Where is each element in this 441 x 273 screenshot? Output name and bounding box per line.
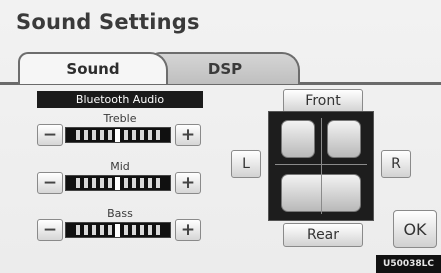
left-button[interactable]: L [231,150,261,178]
ok-button[interactable]: OK [393,210,437,248]
mid-level-bar [65,175,171,191]
treble-level-bar [65,127,171,143]
audio-source-label: Bluetooth Audio [37,91,203,108]
bass-label: Bass [107,207,133,220]
front-right-seat-icon [327,120,361,158]
mid-label: Mid [110,160,130,173]
front-left-seat-icon [281,120,315,158]
balance-fader-area[interactable] [268,111,374,221]
mid-decrease-button[interactable]: − [37,172,63,194]
page-title: Sound Settings [16,10,200,34]
front-button[interactable]: Front [283,89,363,113]
treble-increase-button[interactable]: + [175,124,201,146]
tab-sound[interactable]: Sound [18,52,168,84]
fader-vertical-line [321,118,322,214]
treble-label: Treble [103,112,137,125]
sound-settings-screen: Sound Settings Sound DSP Bluetooth Audio… [0,0,441,273]
right-button[interactable]: R [381,150,411,178]
image-code: U50038LC [376,255,441,273]
mid-increase-button[interactable]: + [175,172,201,194]
mid-level-marker [115,176,121,190]
bass-decrease-button[interactable]: − [37,219,63,241]
bass-level-marker [115,223,121,237]
bass-level-bar [65,222,171,238]
bass-increase-button[interactable]: + [175,219,201,241]
treble-decrease-button[interactable]: − [37,124,63,146]
tab-dsp[interactable]: DSP [150,52,300,84]
rear-button[interactable]: Rear [283,223,363,247]
treble-level-marker [115,128,121,142]
